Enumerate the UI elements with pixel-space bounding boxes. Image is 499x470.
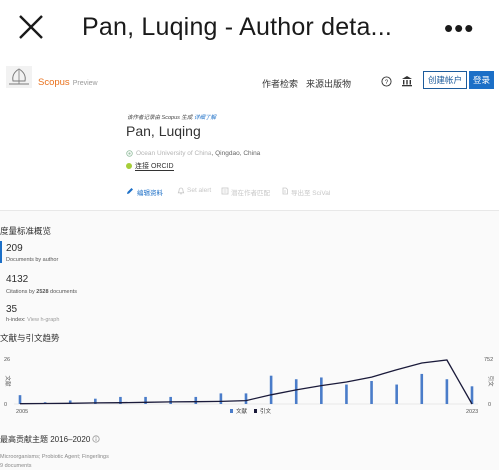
info-icon[interactable] [92,435,100,443]
document-bar [395,384,398,404]
elsevier-logo-icon[interactable] [6,66,32,88]
bell-icon [177,187,185,195]
documents-count[interactable]: 209 [6,243,23,254]
document-bar [445,379,449,404]
nav-author-search[interactable]: 作者检索 [262,77,298,90]
legend-citations-label: 引文 [260,407,272,415]
document-bar [370,381,373,404]
h-index-label: h-index: View h-graph [6,317,59,323]
affiliation-location: , Qingdao, China [211,150,261,157]
author-name: Pan, Luqing [126,123,201,139]
scopus-wordmark: Scopus [38,77,70,88]
help-icon[interactable]: ? [381,76,392,87]
preview-label: Preview [72,80,98,87]
document-bar [244,393,248,404]
browser-top-bar: Pan, Luqing - Author deta... ••• [0,0,499,56]
citations-docs-count: 2528 [36,289,49,295]
legend-documents-label: 文献 [236,407,248,415]
learn-more-link[interactable]: 详细了解 [194,115,216,121]
generated-note: 该作者记录由 Scopus 生成 详细了解 [127,113,216,121]
x-axis-start-label: 2005 [16,409,28,415]
edit-profile-link[interactable]: 编辑资料 [137,187,163,197]
affiliation: Ocean University of China, Qingdao, Chin… [136,150,260,157]
potential-author-matches-link[interactable]: 潜在作者匹配 [231,187,270,197]
scopus-header: Scopus Preview 作者检索 来源出版物 ? 创建帐户 登录 [0,56,499,103]
page-title: Pan, Luqing - Author deta... [82,13,392,41]
right-axis-title: 引文 [487,375,495,387]
author-profile-card: 该作者记录由 Scopus 生成 详细了解 Pan, Luqing Ocean … [0,102,499,211]
left-axis-max-label: 26 [4,357,10,363]
top-topics-title: 最高贡献主题 2016–2020 [0,435,91,444]
left-axis-min-label: 0 [4,402,7,408]
citations-label: Citations by 2528 documents [6,289,77,295]
h-index-value: 35 [6,304,18,315]
orcid-icon [126,163,132,170]
view-h-graph-link[interactable]: View h-graph [27,317,59,323]
left-axis-title: 文献 [4,375,12,387]
metric-accent-bar [0,241,2,263]
svg-text:?: ? [385,79,389,86]
x-axis-end-label: 2023 [466,409,478,415]
create-account-button[interactable]: 创建帐户 [423,71,467,89]
metrics-overview-title: 度量标准概览 [0,226,52,236]
connect-orcid-link[interactable]: 连接 ORCID [126,161,174,171]
document-bar [269,375,273,404]
topic-keywords[interactable]: Microorganisms; Probiotic Agent; Fingerl… [0,454,109,460]
h-index-label-text: h-index: [6,317,26,323]
institution-icon[interactable] [401,75,413,87]
author-match-icon [221,187,229,195]
orcid-label: 连接 ORCID [135,163,174,171]
scopus-brand[interactable]: Scopus Preview [38,77,98,88]
right-axis-min-label: 0 [488,402,491,408]
document-bar [169,396,172,404]
close-icon[interactable] [16,12,46,42]
document-bar [219,393,223,404]
generated-note-text: 该作者记录由 Scopus 生成 [127,115,193,121]
document-bar [194,396,198,404]
legend-citations-swatch [254,409,257,413]
document-bar [320,377,323,404]
affiliation-icon [126,150,133,157]
document-bar [420,373,424,404]
affiliation-institution[interactable]: Ocean University of China [136,150,212,157]
nav-sources[interactable]: 来源出版物 [306,77,351,90]
topic-documents-count: 9 documents [0,463,32,469]
citations-label-suffix: documents [48,289,77,295]
login-button[interactable]: 登录 [469,71,494,89]
export-icon [282,187,288,195]
documents-citations-chart: 2607520文献 引文2005 2023文献 引文 [4,357,495,415]
more-menu-button[interactable]: ••• [444,13,474,44]
document-bar [18,395,22,404]
document-bar [345,384,348,404]
set-alert-link[interactable]: Set alert [187,187,211,194]
document-bar [294,379,298,404]
edit-pencil-icon [127,188,133,194]
export-scival-link[interactable]: 导出至 SciVal [291,187,330,197]
citations-count[interactable]: 4132 [6,274,28,285]
scopus-page: Scopus Preview 作者检索 来源出版物 ? 创建帐户 登录 该作者记录… [0,56,499,470]
right-axis-max-label: 752 [484,357,493,363]
legend-documents-swatch [230,409,233,413]
citations-label-prefix: Citations by [6,289,37,295]
documents-label: Documents by author [6,257,59,263]
